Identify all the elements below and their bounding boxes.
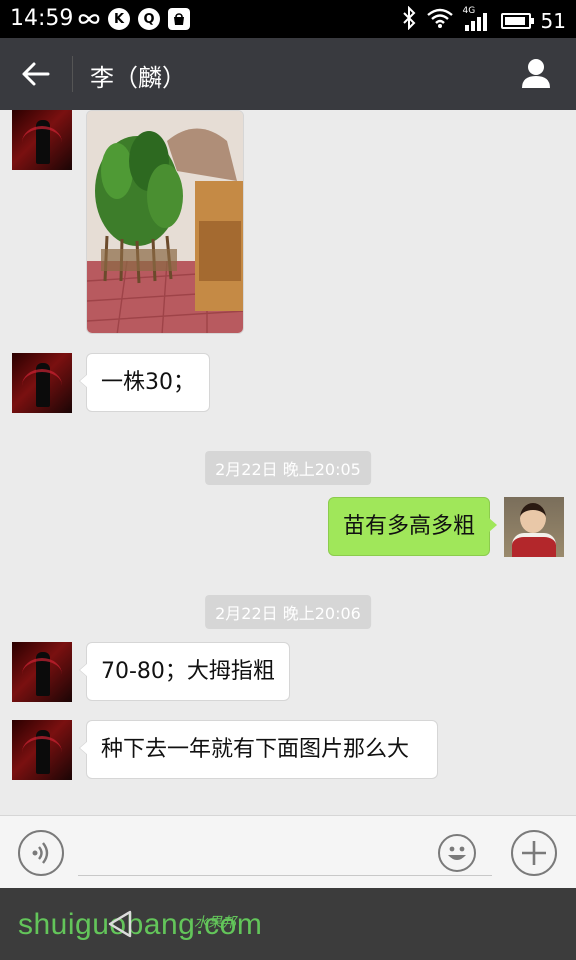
contact-avatar[interactable] xyxy=(12,642,72,702)
message-timestamp: 2月22日 晚上20:06 xyxy=(205,595,371,629)
message-bubble-received[interactable]: 一株30； xyxy=(79,353,210,412)
message-timestamp: 2月22日 晚上20:05 xyxy=(205,451,371,485)
smiley-icon xyxy=(448,846,466,860)
title-divider xyxy=(72,56,73,92)
voice-icon xyxy=(32,842,49,864)
input-bar xyxy=(0,815,576,888)
back-button[interactable] xyxy=(14,52,58,96)
status-right: 4G 51 xyxy=(401,6,566,35)
nav-back-button[interactable] xyxy=(104,908,136,940)
profile-button[interactable] xyxy=(514,52,558,96)
battery-icon xyxy=(500,12,534,29)
message-bubble-received[interactable]: 种下去一年就有下面图片那么大 xyxy=(79,720,438,779)
contact-avatar[interactable] xyxy=(12,353,72,413)
contact-avatar[interactable] xyxy=(12,720,72,780)
status-bar: 14:59 K Q 4G 51 xyxy=(0,0,576,38)
image-message[interactable] xyxy=(86,110,244,334)
q-icon: Q xyxy=(138,8,160,30)
my-avatar[interactable] xyxy=(504,497,564,557)
message-input[interactable] xyxy=(78,830,492,876)
system-nav-bar: shuiguobang.com 水果邦 xyxy=(0,888,576,960)
bluetooth-icon xyxy=(401,5,417,35)
plant-photo xyxy=(87,111,243,333)
signal-icon: 4G xyxy=(463,6,491,32)
more-button[interactable] xyxy=(511,830,557,876)
person-icon xyxy=(522,59,550,88)
plus-icon xyxy=(522,841,546,865)
message-bubble-sent[interactable]: 苗有多高多粗 xyxy=(327,497,498,556)
watermark-sub: 水果邦 xyxy=(194,915,236,931)
arrow-left-icon xyxy=(22,62,50,86)
status-time: 14:59 xyxy=(10,6,74,31)
wifi-icon xyxy=(426,8,453,33)
message-bubble-received[interactable]: 70-80；大拇指粗 xyxy=(79,642,290,701)
voice-button[interactable] xyxy=(18,830,64,876)
chat-area[interactable]: 一株30； 2月22日 晚上20:05 苗有多高多粗 2月22日 晚上20:06… xyxy=(0,110,576,815)
status-left-icons: K Q xyxy=(78,8,190,30)
title-bar: 李（麟） xyxy=(0,38,576,110)
infinity-icon xyxy=(78,8,100,30)
contact-avatar[interactable] xyxy=(12,110,72,170)
emoji-button[interactable] xyxy=(438,834,476,872)
chat-title: 李（麟） xyxy=(90,64,186,92)
k-icon: K xyxy=(108,8,130,30)
triangle-back-icon xyxy=(108,910,132,938)
battery-level: 51 xyxy=(540,8,566,33)
bag-icon xyxy=(168,8,190,30)
